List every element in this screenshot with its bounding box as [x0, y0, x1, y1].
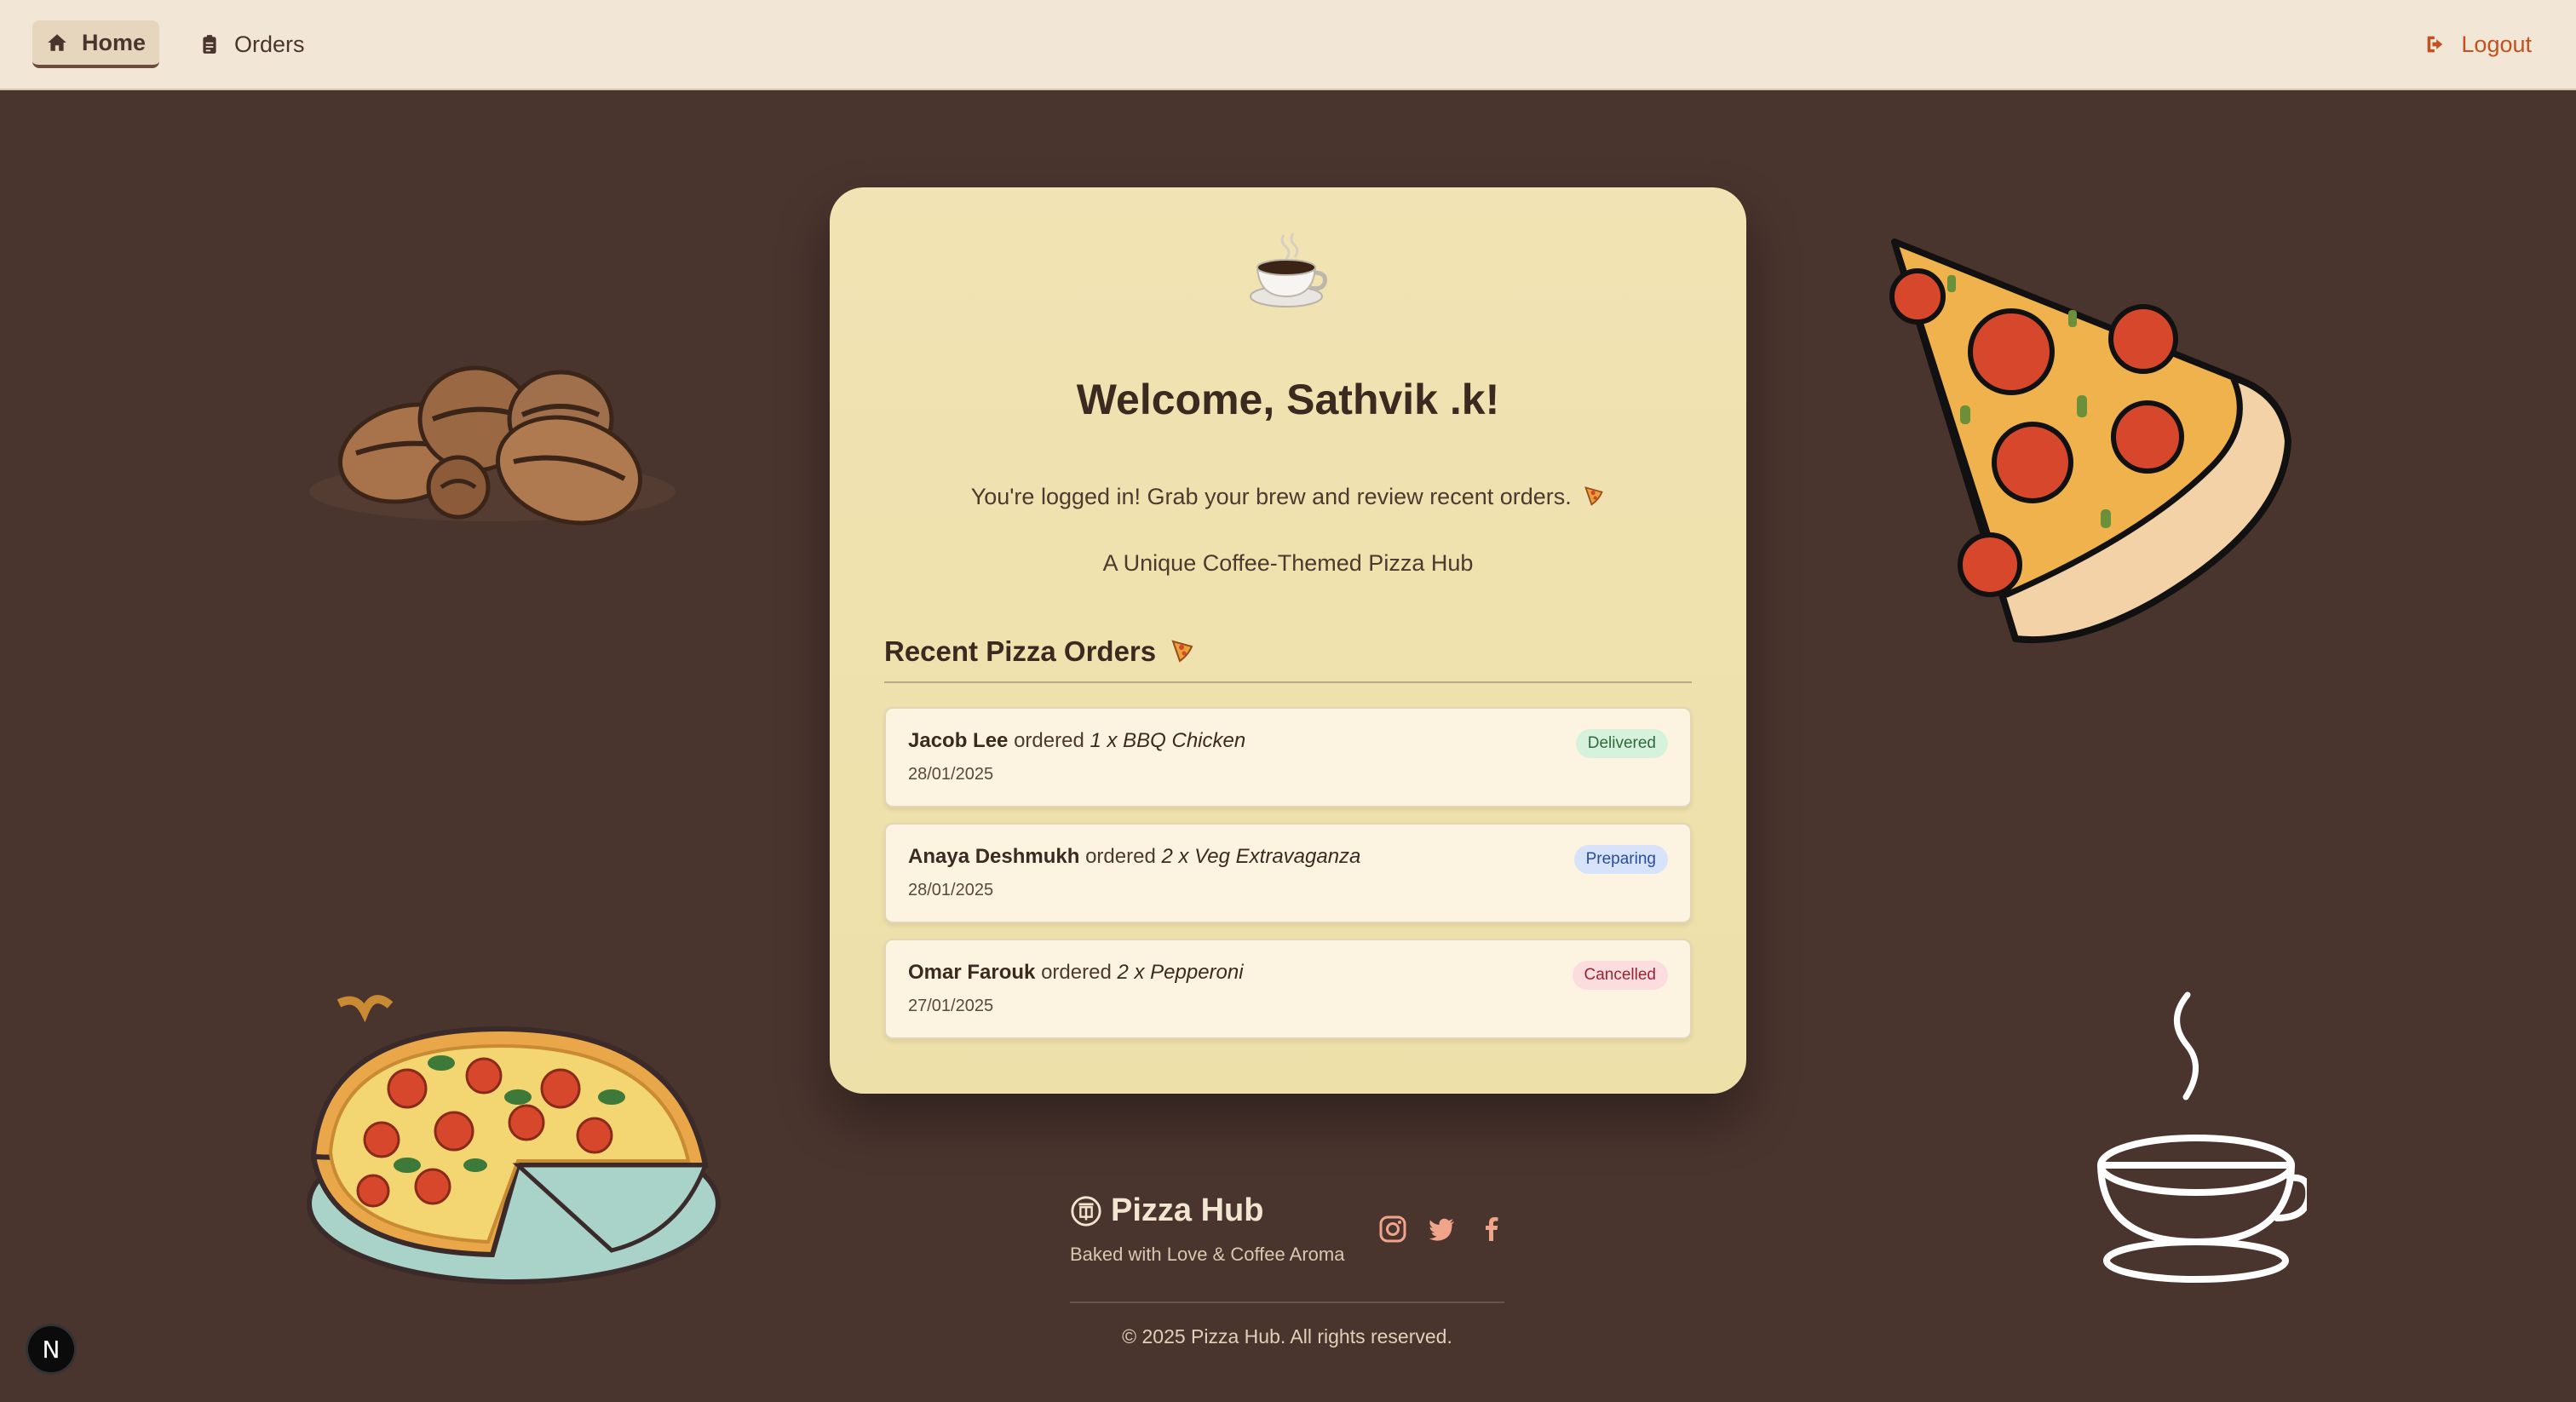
nav-home-label: Home: [82, 29, 147, 55]
copyright-text: © 2025 Pizza Hub. All rights reserved.: [1122, 1325, 1452, 1347]
welcome-card: Welcome, Sathvik .k! You're logged in! G…: [830, 187, 1746, 1094]
order-customer: Anaya Deshmukh: [908, 845, 1080, 868]
clipboard-icon: [203, 35, 216, 54]
logout-icon: [2428, 36, 2443, 53]
coffee-beans-illustration: [309, 365, 676, 526]
order-verb: ordered: [1041, 961, 1112, 984]
footer-brand: Pizza Hub: [1070, 1192, 1263, 1229]
pizza-brand-icon: [1071, 1195, 1101, 1227]
order-verb: ordered: [1085, 845, 1156, 868]
orders-list: Jacob Lee ordered 1 x BBQ Chicken 28/01/…: [884, 707, 1692, 1054]
order-summary: Jacob Lee ordered 1 x BBQ Chicken: [908, 729, 1668, 753]
nav-home[interactable]: Home: [32, 20, 160, 68]
pizza-slice-icon: [1584, 486, 1603, 506]
footer-tagline: Baked with Love & Coffee Aroma: [1070, 1244, 1345, 1265]
order-date: 28/01/2025: [908, 765, 994, 784]
twitter-icon[interactable]: [1428, 1215, 1457, 1244]
order-verb: ordered: [1014, 729, 1084, 752]
order-card: Jacob Lee ordered 1 x BBQ Chicken 28/01/…: [884, 707, 1692, 807]
order-item: 1 x BBQ Chicken: [1090, 729, 1246, 752]
tagline: A Unique Coffee-Themed Pizza Hub: [1102, 550, 1474, 576]
order-item: 2 x Pepperoni: [1117, 961, 1244, 984]
order-card: Omar Farouk ordered 2 x Pepperoni 27/01/…: [884, 939, 1692, 1039]
order-summary: Omar Farouk ordered 2 x Pepperoni: [908, 961, 1668, 985]
status-badge: Delivered: [1575, 729, 1668, 758]
logout-label: Logout: [2461, 31, 2532, 57]
footer-divider: [1070, 1301, 1504, 1303]
recent-orders-heading: Recent Pizza Orders: [884, 635, 1692, 683]
facebook-icon[interactable]: [1477, 1215, 1506, 1244]
subtitle-text: You're logged in! Grab your brew and rev…: [970, 484, 1572, 509]
footer-brand-name: Pizza Hub: [1111, 1192, 1264, 1228]
status-badge: Preparing: [1573, 845, 1668, 874]
home-icon: [48, 34, 66, 51]
order-item: 2 x Veg Extravaganza: [1161, 845, 1361, 868]
nav-orders-label: Orders: [234, 31, 305, 57]
order-card: Anaya Deshmukh ordered 2 x Veg Extravaga…: [884, 823, 1692, 923]
pizza-slice-illustration: [1889, 238, 2291, 644]
order-customer: Jacob Lee: [908, 729, 1009, 752]
recent-orders-title: Recent Pizza Orders: [884, 635, 1157, 667]
pizza-plate-illustration: [307, 995, 721, 1284]
status-badge: Cancelled: [1572, 961, 1668, 990]
order-date: 27/01/2025: [908, 997, 994, 1015]
welcome-heading: Welcome, Sathvik .k!: [1076, 376, 1500, 423]
instagram-icon[interactable]: [1378, 1215, 1407, 1244]
coffee-cup-icon: [1250, 233, 1327, 307]
dev-tools-badge[interactable]: N: [26, 1324, 77, 1375]
nav-orders[interactable]: Orders: [185, 20, 319, 68]
pizza-slice-icon: [1171, 640, 1193, 663]
welcome-subtitle: You're logged in! Grab your brew and rev…: [830, 484, 1746, 510]
order-date: 28/01/2025: [908, 881, 994, 899]
logout-button[interactable]: Logout: [2424, 32, 2544, 58]
top-nav: Home Orders Logout: [0, 0, 2576, 90]
order-customer: Omar Farouk: [908, 961, 1036, 984]
coffee-cup-illustration: [2097, 991, 2307, 1283]
order-summary: Anaya Deshmukh ordered 2 x Veg Extravaga…: [908, 845, 1668, 869]
